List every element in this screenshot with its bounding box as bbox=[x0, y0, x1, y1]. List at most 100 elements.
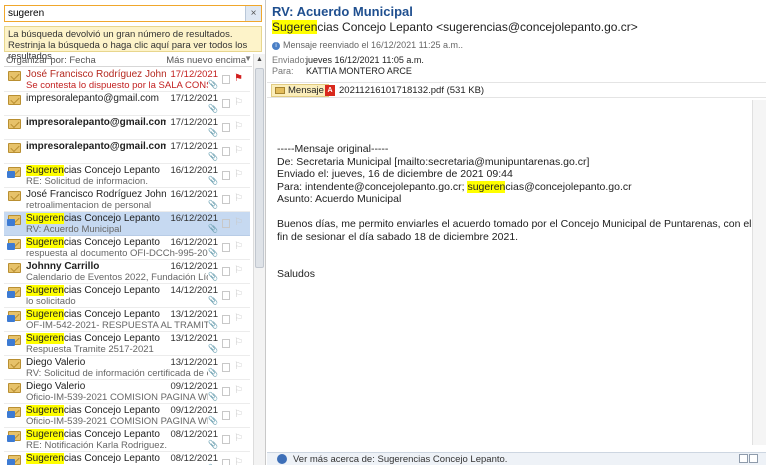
list-item[interactable]: Johnny Carrillo 16/12/2021 Calendario de E… bbox=[4, 260, 250, 284]
flag-icon[interactable]: ⚐ bbox=[234, 218, 244, 228]
category-icon[interactable] bbox=[222, 219, 230, 228]
category-icon[interactable] bbox=[222, 195, 230, 204]
flag-icon[interactable]: ⚐ bbox=[234, 386, 244, 396]
message-tab[interactable]: Mensaje bbox=[271, 84, 329, 97]
message-sender: Sugerencias Concejo Lepanto bbox=[26, 213, 160, 224]
list-item[interactable]: José Francisco Rodríguez Johnson 16/12/20… bbox=[4, 188, 250, 212]
category-icon[interactable] bbox=[222, 315, 230, 324]
list-item[interactable]: impresoralepanto@gmail.com 17/12/2021 📎 ⚐ bbox=[4, 140, 250, 164]
chevron-down-icon[interactable]: ▼ bbox=[244, 54, 252, 63]
search-input[interactable] bbox=[5, 6, 241, 21]
category-icon[interactable] bbox=[222, 435, 230, 444]
flag-icon[interactable]: ⚐ bbox=[234, 434, 244, 444]
search-highlight: Sugeren bbox=[26, 165, 64, 176]
people-pane-toggle-button[interactable] bbox=[739, 454, 748, 463]
message-sender: Sugerencias Concejo Lepanto bbox=[26, 429, 160, 440]
category-icon[interactable] bbox=[222, 267, 230, 276]
category-icon[interactable] bbox=[222, 411, 230, 420]
flag-icon[interactable]: ⚐ bbox=[234, 290, 244, 300]
envelope-icon bbox=[275, 87, 285, 94]
list-item[interactable]: Sugerencias Concejo Lepanto 16/12/2021 RV:… bbox=[4, 212, 250, 236]
people-pane-bar[interactable]: Ver más acerca de: Sugerencias Concejo L… bbox=[267, 452, 766, 465]
category-icon[interactable] bbox=[222, 339, 230, 348]
category-icon[interactable] bbox=[222, 459, 230, 465]
body-to: Para: intendente@concejolepanto.go.cr; s… bbox=[277, 180, 761, 194]
sender-rest: cias Concejo Lepanto bbox=[63, 285, 160, 296]
sent-row: Enviado:jueves 16/12/2021 11:05 a.m. bbox=[272, 55, 424, 65]
envelope-icon bbox=[8, 383, 22, 393]
sender-rest: cias Concejo Lepanto bbox=[63, 429, 160, 440]
category-icon[interactable] bbox=[222, 171, 230, 180]
message-date: 17/12/2021 bbox=[170, 141, 218, 152]
flag-icon[interactable]: ⚐ bbox=[234, 194, 244, 204]
scroll-up-icon[interactable]: ▲ bbox=[254, 54, 265, 66]
body-to-prefix: Para: intendente@concejolepanto.go.cr; bbox=[277, 180, 468, 193]
list-item[interactable]: José Francisco Rodríguez Johnson 17/12/20… bbox=[4, 68, 250, 92]
category-icon[interactable] bbox=[222, 291, 230, 300]
to-row: Para: KATTIA MONTERO ARCE bbox=[272, 66, 412, 76]
sent-label: Enviado: bbox=[272, 55, 308, 65]
list-item[interactable]: Sugerencias Concejo Lepanto 16/12/2021 RE:… bbox=[4, 164, 250, 188]
reading-pane-scrollbar[interactable] bbox=[752, 100, 766, 445]
paperclip-icon: 📎 bbox=[208, 272, 218, 281]
paperclip-icon: 📎 bbox=[208, 80, 218, 89]
flag-icon[interactable]: ⚐ bbox=[234, 458, 244, 465]
flag-icon[interactable]: ⚐ bbox=[234, 314, 244, 324]
flag-icon[interactable]: ⚐ bbox=[234, 146, 244, 156]
pdf-attachment[interactable]: A 20211216101718132.pdf (531 KB) bbox=[325, 84, 484, 97]
message-date: 16/12/2021 bbox=[170, 261, 218, 272]
flag-icon[interactable]: ⚐ bbox=[234, 242, 244, 252]
flag-icon[interactable]: ⚐ bbox=[234, 170, 244, 180]
list-item[interactable]: Diego Valerio 13/12/2021 RV: Solicitud de … bbox=[4, 356, 250, 380]
list-item[interactable]: Sugerencias Concejo Lepanto 09/12/2021 Ofi… bbox=[4, 404, 250, 428]
category-icon[interactable] bbox=[222, 147, 230, 156]
message-list-scrollbar[interactable]: ▲ bbox=[253, 54, 265, 465]
sender-rest: cias Concejo Lepanto bbox=[63, 333, 160, 344]
sort-by-date-button[interactable]: Organizar por: Fecha bbox=[6, 55, 96, 66]
scrollbar-thumb[interactable] bbox=[255, 68, 264, 268]
search-results-notice[interactable]: La búsqueda devolvió un gran número de r… bbox=[4, 26, 262, 62]
message-subject: Oficio-IM-539-2021 COMISION PAGINA WEB bbox=[26, 392, 208, 403]
category-icon[interactable] bbox=[222, 387, 230, 396]
people-pane-expand-button[interactable] bbox=[749, 454, 758, 463]
flag-icon[interactable]: ⚐ bbox=[234, 266, 244, 276]
list-item[interactable]: Sugerencias Concejo Lepanto 13/12/2021 Res… bbox=[4, 332, 250, 356]
message-subject: Oficio-IM-539-2021 COMISION PAGINA WEB bbox=[26, 416, 208, 427]
flag-icon[interactable]: ⚐ bbox=[234, 122, 244, 132]
message-tab-label: Mensaje bbox=[288, 85, 324, 96]
search-box[interactable]: × bbox=[4, 5, 262, 22]
people-pane-buttons bbox=[738, 454, 760, 464]
list-item[interactable]: Sugerencias Concejo Lepanto 08/12/2021 RE:… bbox=[4, 428, 250, 452]
category-icon[interactable] bbox=[222, 243, 230, 252]
sort-order-button[interactable]: Más nuevo encima bbox=[166, 55, 246, 66]
flag-icon[interactable]: ⚐ bbox=[234, 410, 244, 420]
category-icon[interactable] bbox=[222, 75, 230, 84]
flag-icon[interactable]: ⚑ bbox=[234, 74, 244, 84]
forwarded-mail-icon bbox=[7, 287, 22, 298]
list-item[interactable]: Sugerencias Concejo Lepanto 14/12/2021 lo … bbox=[4, 284, 250, 308]
envelope-icon bbox=[8, 359, 22, 369]
list-item[interactable]: Diego Valerio 09/12/2021 Oficio-IM-539-202… bbox=[4, 380, 250, 404]
envelope-icon bbox=[8, 143, 22, 153]
to-value[interactable]: KATTIA MONTERO ARCE bbox=[306, 66, 412, 76]
sender-rest: cias Concejo Lepanto bbox=[63, 453, 160, 464]
forwarded-mail-icon bbox=[7, 431, 22, 442]
flag-icon[interactable]: ⚐ bbox=[234, 362, 244, 372]
list-item[interactable]: impresoralepanto@gmail.com 17/12/2021 📎 ⚐ bbox=[4, 116, 250, 140]
list-item[interactable]: Sugerencias Concejo Lepanto 13/12/2021 OF-… bbox=[4, 308, 250, 332]
list-item[interactable]: Sugerencias Concejo Lepanto 16/12/2021 res… bbox=[4, 236, 250, 260]
category-icon[interactable] bbox=[222, 123, 230, 132]
message-from[interactable]: Sugerencias Concejo Lepanto <sugerencias… bbox=[272, 20, 638, 34]
message-sender: Sugerencias Concejo Lepanto bbox=[26, 237, 160, 248]
message-sender: impresoralepanto@gmail.com bbox=[26, 141, 166, 152]
list-item[interactable]: Sugerencias Concejo Lepanto08/12/2021RV:… bbox=[4, 452, 250, 465]
flag-icon[interactable]: ⚐ bbox=[234, 98, 244, 108]
list-item[interactable]: impresoralepanto@gmail.com 17/12/2021 📎 ⚐ bbox=[4, 92, 250, 116]
close-icon[interactable]: × bbox=[245, 6, 261, 21]
flag-icon[interactable]: ⚐ bbox=[234, 338, 244, 348]
paperclip-icon: 📎 bbox=[208, 128, 218, 137]
category-icon[interactable] bbox=[222, 99, 230, 108]
attachment-bar: Mensaje A 20211216101718132.pdf (531 KB) bbox=[267, 82, 766, 98]
message-date: 08/12/2021 bbox=[170, 429, 218, 440]
category-icon[interactable] bbox=[222, 363, 230, 372]
